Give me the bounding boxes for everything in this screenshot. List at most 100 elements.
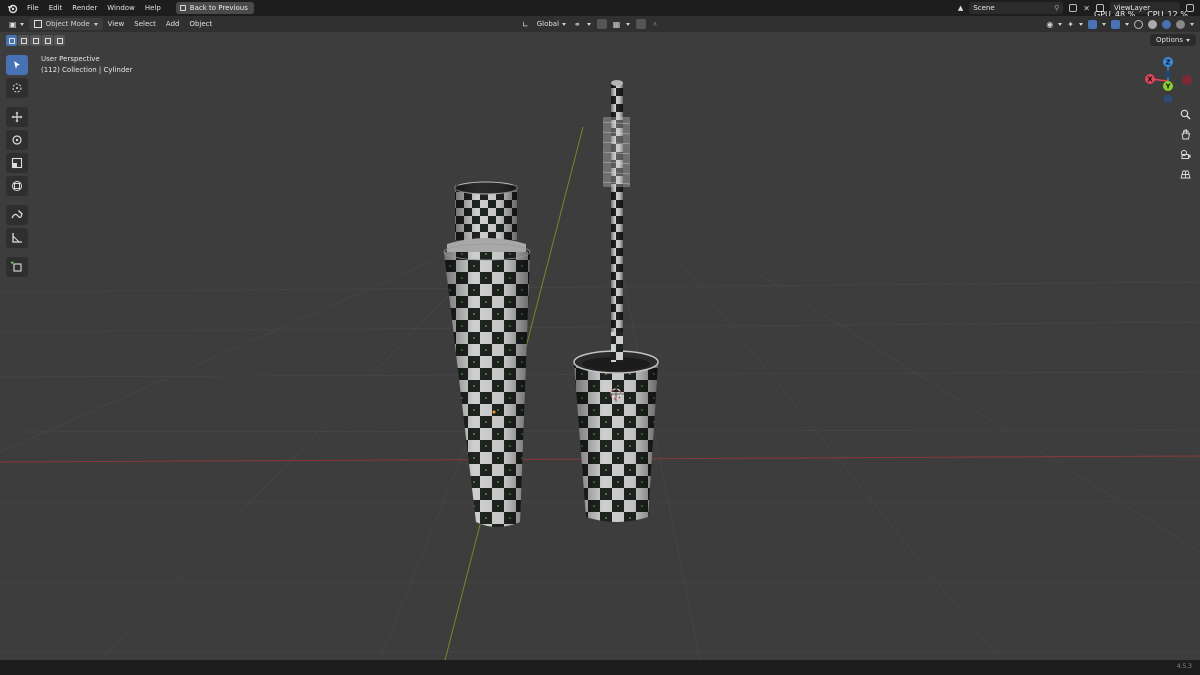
scene-icon[interactable]: ▲ xyxy=(958,4,963,12)
pan-button[interactable] xyxy=(1177,126,1194,143)
menu-edit[interactable]: Edit xyxy=(44,0,68,16)
mode-dropdown[interactable]: Object Mode xyxy=(28,18,103,30)
header-menu-object[interactable]: Object xyxy=(184,16,217,32)
perspective-toggle-button[interactable] xyxy=(1177,166,1194,183)
zoom-button[interactable] xyxy=(1177,106,1194,123)
neg-z-handle xyxy=(1163,94,1173,104)
menu-help[interactable]: Help xyxy=(140,0,166,16)
shading-wireframe-icon[interactable] xyxy=(1134,19,1143,29)
menu-render[interactable]: Render xyxy=(67,0,102,16)
3d-viewport[interactable] xyxy=(0,32,1200,660)
move-icon xyxy=(11,111,23,123)
orientation-dropdown[interactable]: Global xyxy=(535,18,568,30)
chevron-down-icon xyxy=(1058,22,1063,26)
mascara-bottle xyxy=(443,181,531,527)
falloff-icon[interactable]: ∧ xyxy=(652,20,657,28)
select-new-icon xyxy=(8,37,15,44)
camera-icon xyxy=(1181,150,1191,159)
select-invert-button[interactable] xyxy=(42,35,53,46)
snap-target-icon[interactable]: ▦ xyxy=(613,20,621,29)
select-box-icon xyxy=(14,61,20,69)
mode-label: Object Mode xyxy=(45,20,90,28)
select-intersect-button[interactable] xyxy=(54,35,65,46)
select-invert-icon xyxy=(44,37,51,44)
tool-select-box[interactable] xyxy=(6,55,28,75)
select-subtract-button[interactable] xyxy=(30,35,41,46)
tool-add-cube[interactable] xyxy=(6,257,28,277)
chevron-down-icon xyxy=(586,22,591,26)
editor-type-button[interactable]: ▣ xyxy=(4,18,29,30)
select-extend-button[interactable] xyxy=(18,35,29,46)
options-label: Options xyxy=(1155,36,1183,44)
chevron-down-icon xyxy=(1102,22,1106,26)
select-new-button[interactable] xyxy=(6,35,17,46)
select-intersect-icon xyxy=(56,37,63,44)
tool-rotate[interactable] xyxy=(6,130,28,150)
navigation-gizmo[interactable]: Z X Y xyxy=(1140,54,1196,110)
y-axis-label: Y xyxy=(1164,83,1171,91)
pivot-icon[interactable]: ⚭ xyxy=(574,20,581,29)
shading-material-icon[interactable] xyxy=(1162,19,1171,29)
selection-modes xyxy=(6,35,65,46)
object-origin-icon xyxy=(492,410,496,414)
scene-name: Scene xyxy=(973,4,995,12)
header-menu-add[interactable]: Add xyxy=(161,16,185,32)
z-axis-label: Z xyxy=(1165,59,1170,67)
pin-icon[interactable]: ⚲ xyxy=(1054,4,1059,12)
shading-rendered-icon[interactable] xyxy=(1176,19,1185,29)
3d-viewport-icon: ▣ xyxy=(9,19,17,29)
new-scene-icon[interactable] xyxy=(1069,4,1078,12)
scale-icon xyxy=(11,157,23,169)
chevron-down-icon xyxy=(1079,22,1083,26)
add-cube-icon xyxy=(11,261,22,272)
tool-scale[interactable] xyxy=(6,153,28,173)
chevron-down-icon xyxy=(626,22,631,26)
screen-icon xyxy=(179,5,186,11)
chevron-down-icon xyxy=(1186,38,1190,42)
hand-pan-icon xyxy=(1181,129,1191,140)
orientation-icon: ∟ xyxy=(522,19,529,29)
neg-x-handle xyxy=(1182,75,1192,85)
measure-icon xyxy=(12,233,22,243)
orientation-label: Global xyxy=(536,20,560,28)
proportional-edit-icon[interactable] xyxy=(636,19,647,29)
gizmo-icon[interactable]: ✦ xyxy=(1067,20,1074,29)
cursor-icon xyxy=(12,83,22,93)
mascara-brush xyxy=(602,80,631,372)
viewport-scene[interactable] xyxy=(0,32,1200,660)
camera-view-button[interactable] xyxy=(1177,146,1194,163)
tool-cursor[interactable] xyxy=(6,78,28,98)
select-subtract-icon xyxy=(32,37,39,44)
tool-shelf xyxy=(6,55,28,277)
back-to-previous-label: Back to Previous xyxy=(189,4,248,12)
header-menu-view[interactable]: View xyxy=(103,16,130,32)
chevron-down-icon xyxy=(93,22,98,26)
remove-scene-icon[interactable]: ✕ xyxy=(1083,4,1090,13)
viewport-header: ▣ Object Mode View Select Add Object ∟ G… xyxy=(0,16,1200,32)
xray-toggle-icon[interactable] xyxy=(1111,19,1120,29)
rotate-icon xyxy=(12,135,22,145)
tool-transform[interactable] xyxy=(6,176,28,196)
version-label: 4.5.3 xyxy=(1176,663,1192,670)
back-to-previous-button[interactable]: Back to Previous xyxy=(175,2,254,14)
visibility-icon[interactable]: ◉ xyxy=(1046,20,1053,29)
shading-solid-icon[interactable] xyxy=(1148,19,1157,29)
collection-label: (112) Collection | Cylinder xyxy=(41,66,133,74)
blender-logo-icon[interactable] xyxy=(6,2,18,14)
neg-y-handle xyxy=(1164,70,1172,78)
chevron-down-icon xyxy=(1190,22,1194,26)
header-menu-select[interactable]: Select xyxy=(129,16,161,32)
mascara-cap xyxy=(573,332,659,522)
tool-move[interactable] xyxy=(6,107,28,127)
options-dropdown[interactable]: Options xyxy=(1149,34,1196,46)
menu-file[interactable]: File xyxy=(22,0,44,16)
top-menu-bar: File Edit Render Window Help Back to Pre… xyxy=(0,0,1200,16)
tool-measure[interactable] xyxy=(6,228,28,248)
tool-annotate[interactable] xyxy=(6,205,28,225)
scene-selector[interactable]: Scene ⚲ xyxy=(969,2,1064,14)
snap-toggle-icon[interactable] xyxy=(596,19,607,29)
overlays-toggle-icon[interactable] xyxy=(1088,19,1097,29)
grid-view-icon xyxy=(1180,170,1191,179)
chevron-down-icon xyxy=(1125,22,1129,26)
menu-window[interactable]: Window xyxy=(102,0,140,16)
